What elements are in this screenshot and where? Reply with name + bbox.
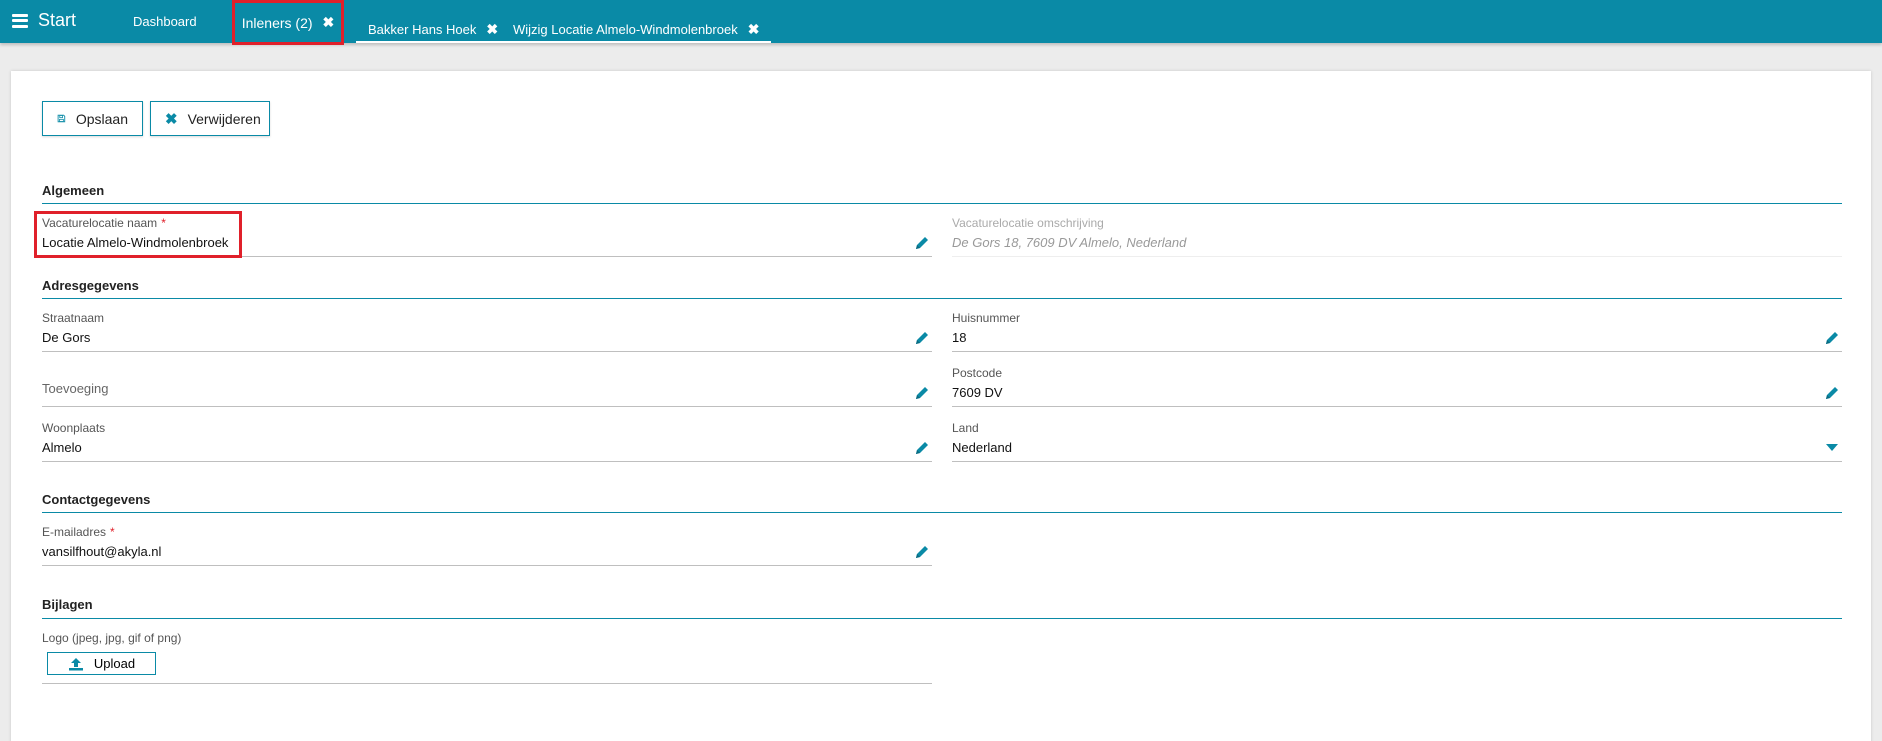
field-label: Huisnummer (952, 311, 1021, 325)
tab-inleners[interactable]: Inleners (2) ✖ (232, 0, 344, 45)
field-value: vansilfhout@akyla.nl (42, 544, 162, 559)
logo-field: Logo (jpeg, jpg, gif of png) (42, 628, 932, 684)
delete-label: Verwijderen (187, 110, 261, 127)
field-label: Straatnaam (42, 311, 105, 325)
section-divider (42, 618, 1842, 619)
floppy-disk-icon (57, 114, 66, 123)
tab-wijzig-locatie[interactable]: Wijzig Locatie Almelo-Windmolenbroek ✖ (501, 0, 772, 43)
section-divider (42, 203, 1842, 204)
pencil-icon[interactable] (914, 385, 930, 401)
delete-button[interactable]: ✖ Verwijderen (150, 101, 270, 136)
huisnummer-field[interactable]: Huisnummer 18 (952, 308, 1842, 352)
start-menu-button[interactable]: Start (12, 10, 76, 31)
field-label: E-mailadres * (42, 525, 115, 539)
upload-icon (68, 657, 83, 670)
top-navigation-bar: Start Dashboard Inleners (2) ✖ Bakker Ha… (0, 0, 1882, 45)
tab-bakker-hans-hoek[interactable]: Bakker Hans Hoek ✖ (356, 0, 511, 43)
upload-button[interactable]: Upload (47, 652, 156, 675)
hamburger-icon (12, 13, 28, 28)
save-label: Opslaan (75, 110, 128, 127)
email-field[interactable]: E-mailadres * vansilfhout@akyla.nl (42, 522, 932, 566)
field-value: 18 (952, 330, 967, 345)
tab-label: Bakker Hans Hoek (368, 22, 477, 37)
postcode-field[interactable]: Postcode 7609 DV (952, 363, 1842, 407)
tab-label: Dashboard (133, 14, 197, 29)
close-icon[interactable]: ✖ (748, 21, 760, 38)
close-icon: ✖ (165, 110, 178, 128)
field-value: Almelo (42, 440, 82, 455)
field-label: Land (952, 421, 979, 435)
field-label: Toevoeging (42, 381, 109, 396)
field-value: De Gors 18, 7609 DV Almelo, Nederland (952, 235, 1187, 250)
pencil-icon[interactable] (914, 544, 930, 560)
vacaturelocatie-omschrijving-field: Vacaturelocatie omschrijving De Gors 18,… (952, 213, 1842, 257)
field-label: Logo (jpeg, jpg, gif of png) (42, 631, 182, 645)
close-icon[interactable]: ✖ (323, 14, 335, 31)
field-value: Nederland (952, 440, 1012, 455)
tab-label: Inleners (2) (241, 14, 313, 31)
tab-dashboard[interactable]: Dashboard (133, 14, 197, 29)
required-marker: * (161, 216, 166, 230)
field-value: Locatie Almelo-Windmolenbroek (42, 235, 229, 250)
field-label: Woonplaats (42, 421, 106, 435)
save-button[interactable]: Opslaan (42, 101, 143, 136)
field-label: Postcode (952, 366, 1003, 380)
section-title-algemeen: Algemeen (42, 183, 105, 198)
pencil-icon[interactable] (914, 440, 930, 456)
field-value: De Gors (42, 330, 91, 345)
chevron-down-icon[interactable] (1826, 444, 1838, 451)
section-title-contactgegevens: Contactgegevens (42, 492, 151, 507)
straatnaam-field[interactable]: Straatnaam De Gors (42, 308, 932, 352)
tab-label: Wijzig Locatie Almelo-Windmolenbroek (513, 22, 738, 37)
upload-label: Upload (93, 656, 136, 671)
section-title-adresgegevens: Adresgegevens (42, 278, 139, 293)
field-value: 7609 DV (952, 385, 1003, 400)
close-icon[interactable]: ✖ (486, 21, 498, 38)
toevoeging-field[interactable]: Toevoeging (42, 363, 932, 407)
required-marker: * (110, 525, 115, 539)
field-label: Vacaturelocatie naam * (42, 216, 166, 230)
pencil-icon[interactable] (914, 330, 930, 346)
pencil-icon[interactable] (1824, 330, 1840, 346)
land-select[interactable]: Land Nederland (952, 418, 1842, 462)
vacaturelocatie-naam-field[interactable]: Vacaturelocatie naam * Locatie Almelo-Win… (42, 213, 932, 257)
section-title-bijlagen: Bijlagen (42, 597, 93, 612)
section-divider (42, 512, 1842, 513)
section-divider (42, 298, 1842, 299)
pencil-icon[interactable] (914, 235, 930, 251)
pencil-icon[interactable] (1824, 385, 1840, 401)
start-label: Start (38, 10, 77, 30)
woonplaats-field[interactable]: Woonplaats Almelo (42, 418, 932, 462)
field-label: Vacaturelocatie omschrijving (952, 216, 1104, 230)
